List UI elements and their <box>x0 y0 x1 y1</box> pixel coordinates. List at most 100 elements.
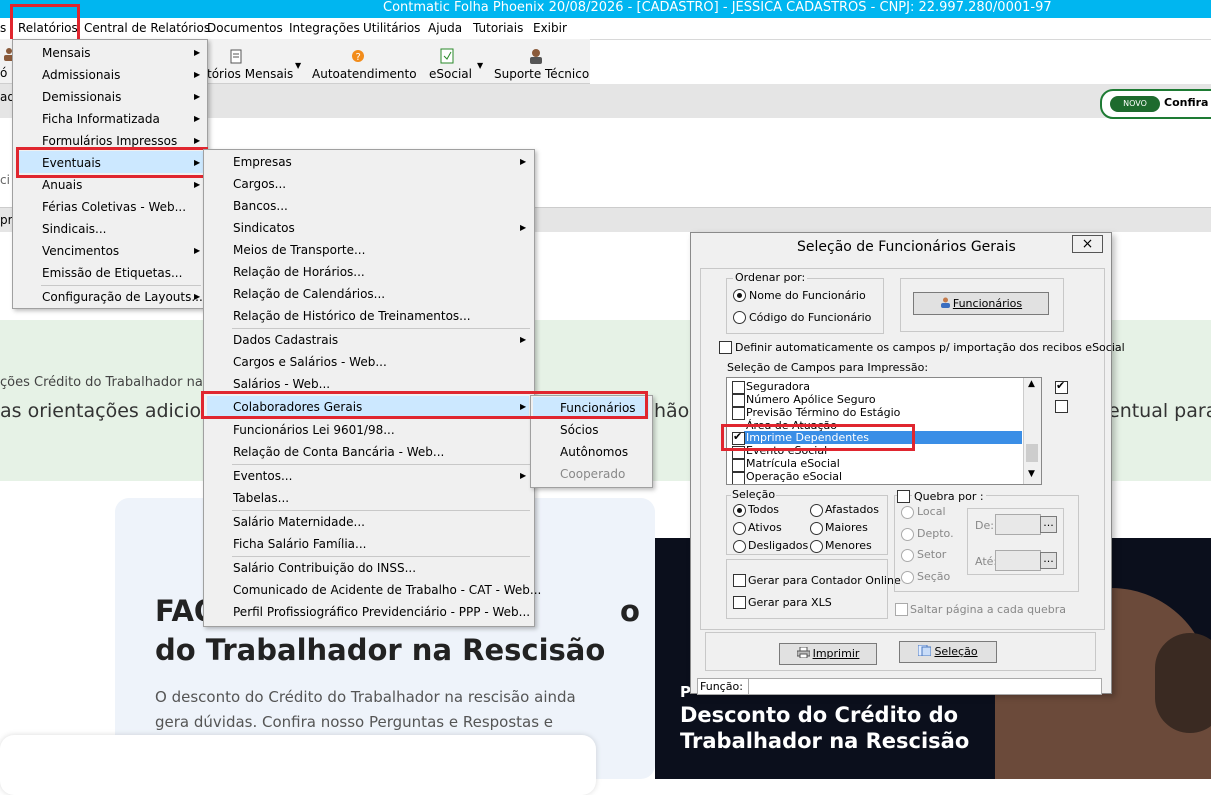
select-all-checkbox[interactable]: ✔ <box>1055 379 1068 394</box>
de-input[interactable] <box>995 514 1041 535</box>
menu-bar: s Relatórios Central de Relatórios Docum… <box>0 18 1211 40</box>
submenu-dados-cadastrais[interactable]: Dados Cadastrais <box>233 329 338 351</box>
menu-ferias-coletivas[interactable]: Férias Coletivas - Web... <box>42 196 186 218</box>
submenu-cat[interactable]: Comunicado de Acidente de Trabalho - CAT… <box>233 579 541 601</box>
radio-maiores-label: Maiores <box>825 521 868 534</box>
menu-item-documentos[interactable]: Documentos <box>207 21 283 35</box>
campo-previsao-termino[interactable]: Previsão Término do Estágio <box>746 406 900 419</box>
submenu-meios-transporte[interactable]: Meios de Transporte... <box>233 239 365 261</box>
status-bar: Função: <box>697 678 1102 695</box>
menu-item-tutoriais[interactable]: Tutoriais <box>473 21 523 35</box>
deselect-all-checkbox[interactable] <box>1055 400 1068 413</box>
radio-menores-label: Menores <box>825 539 872 552</box>
campo-numero-apolice[interactable]: Número Apólice Seguro <box>746 393 876 406</box>
title-bar: Contmatic Folha Phoenix 20/08/2026 - [CA… <box>0 0 1211 18</box>
novo-banner[interactable]: NOVO Confira as <box>1100 89 1211 119</box>
menu-demissionais[interactable]: Demissionais <box>42 86 121 108</box>
menu-item-utilitarios[interactable]: Utilitários <box>363 21 420 35</box>
menu-item-ajuda[interactable]: Ajuda <box>428 21 462 35</box>
menu-mensais[interactable]: Mensais <box>42 42 91 64</box>
gerar-contador-label: Gerar para Contador Online <box>748 574 901 587</box>
radio-todos[interactable] <box>733 504 746 517</box>
dropdown-arrow-icon[interactable]: ▼ <box>477 61 483 70</box>
submenu-historico-treinamentos[interactable]: Relação de Histórico de Treinamentos... <box>233 305 471 327</box>
radio-local <box>901 506 914 519</box>
campo-matricula-esocial[interactable]: Matrícula eSocial <box>746 457 840 470</box>
gerar-xls-checkbox[interactable] <box>733 596 746 609</box>
toolbar-autoatendimento[interactable]: Autoatendimento <box>312 67 417 81</box>
submenu-bancos[interactable]: Bancos... <box>233 195 288 217</box>
submenu-salario-maternidade[interactable]: Salário Maternidade... <box>233 511 365 533</box>
ate-input[interactable] <box>995 550 1041 571</box>
campo-checkbox[interactable] <box>732 407 745 420</box>
radio-afastados-label: Afastados <box>825 503 879 516</box>
menu-item-central-relatorios[interactable]: Central de Relatórios <box>84 21 210 35</box>
campo-operacao-esocial[interactable]: Operação eSocial <box>746 470 842 483</box>
funcionarios-button[interactable]: Funcionários <box>913 292 1049 315</box>
radio-ativos[interactable] <box>733 522 746 535</box>
submenu-socios[interactable]: Sócios <box>560 419 598 441</box>
menu-admissionais[interactable]: Admissionais <box>42 64 120 86</box>
radio-desligados[interactable] <box>733 540 746 553</box>
quebra-label: Quebra por : <box>912 490 986 503</box>
scroll-thumb[interactable] <box>1026 444 1038 462</box>
campo-checkbox[interactable] <box>732 459 745 472</box>
banner-small-text: ções Crédito do Trabalhador na <box>0 375 203 390</box>
submenu-salario-contribuicao-inss[interactable]: Salário Contribuição do INSS... <box>233 557 416 579</box>
highlight-relatorios <box>10 4 80 42</box>
submenu-empresas[interactable]: Empresas <box>233 151 292 173</box>
quebra-checkbox[interactable] <box>897 490 910 503</box>
menu-item-partial[interactable]: s <box>0 21 6 35</box>
submenu-tabelas[interactable]: Tabelas... <box>233 487 289 509</box>
ate-label: Até: <box>975 555 998 568</box>
definir-checkbox[interactable] <box>719 341 732 354</box>
dropdown-arrow-icon[interactable]: ▼ <box>295 61 301 70</box>
saltar-label: Saltar página a cada quebra <box>910 603 1067 616</box>
submenu-sindicatos[interactable]: Sindicatos <box>233 217 295 239</box>
campo-checkbox[interactable] <box>732 472 745 484</box>
toolbar-esocial[interactable]: eSocial <box>429 67 472 81</box>
submenu-ficha-salario-familia[interactable]: Ficha Salário Família... <box>233 533 366 555</box>
gerar-contador-checkbox[interactable] <box>733 574 746 587</box>
menu-emissao-etiquetas[interactable]: Emissão de Etiquetas... <box>42 262 182 284</box>
radio-setor-label: Setor <box>917 548 947 561</box>
gerar-xls-label: Gerar para XLS <box>748 596 832 609</box>
toolbar-suporte-tecnico[interactable]: Suporte Técnico <box>494 67 589 81</box>
gerar-group <box>726 559 888 619</box>
imprimir-button[interactable]: Imprimir <box>779 643 877 665</box>
radio-codigo[interactable] <box>733 311 746 324</box>
submenu-conta-bancaria[interactable]: Relação de Conta Bancária - Web... <box>233 441 444 463</box>
de-lookup-button[interactable]: ... <box>1040 516 1057 533</box>
campo-checkbox[interactable] <box>732 394 745 407</box>
radio-secao-label: Seção <box>917 570 951 583</box>
radio-menores[interactable] <box>810 540 823 553</box>
submenu-ppp[interactable]: Perfil Profissiográfico Previdenciário -… <box>233 601 530 623</box>
toolbar-relatorios-mensais[interactable]: tórios Mensais <box>207 67 293 81</box>
submenu-cargos-salarios[interactable]: Cargos e Salários - Web... <box>233 351 387 373</box>
radio-afastados[interactable] <box>810 504 823 517</box>
ate-lookup-button[interactable]: ... <box>1040 552 1057 569</box>
submenu-eventos[interactable]: Eventos... <box>233 465 292 487</box>
window-title: Contmatic Folha Phoenix 20/08/2026 - [CA… <box>383 0 1052 15</box>
submenu-funcionarios-lei[interactable]: Funcionários Lei 9601/98... <box>233 419 395 441</box>
radio-nome[interactable] <box>733 289 746 302</box>
submenu-cargos[interactable]: Cargos... <box>233 173 286 195</box>
frag-pr: pr <box>0 213 13 227</box>
selecao-button[interactable]: Seleção <box>899 641 997 663</box>
menu-ficha-informatizada[interactable]: Ficha Informatizada <box>42 108 160 130</box>
menu-vencimentos[interactable]: Vencimentos <box>42 240 119 262</box>
submenu-relacao-horarios[interactable]: Relação de Horários... <box>233 261 365 283</box>
menu-item-integracoes[interactable]: Integrações <box>289 21 360 35</box>
campo-seguradora[interactable]: Seguradora <box>746 380 810 393</box>
submenu-autonomos[interactable]: Autônomos <box>560 441 628 463</box>
campo-checkbox[interactable] <box>732 381 745 394</box>
menu-item-exibir[interactable]: Exibir <box>533 21 567 35</box>
menu-sindicais[interactable]: Sindicais... <box>42 218 107 240</box>
campos-scrollbar[interactable]: ▲ ▼ <box>1023 378 1041 484</box>
menu-configuracao-layouts[interactable]: Configuração de Layouts... <box>42 286 203 308</box>
submenu-relacao-calendarios[interactable]: Relação de Calendários... <box>233 283 385 305</box>
scroll-up-icon[interactable]: ▲ <box>1028 379 1035 389</box>
radio-maiores[interactable] <box>810 522 823 535</box>
dialog-close-button[interactable]: × <box>1072 235 1103 253</box>
scroll-down-icon[interactable]: ▼ <box>1028 469 1035 479</box>
